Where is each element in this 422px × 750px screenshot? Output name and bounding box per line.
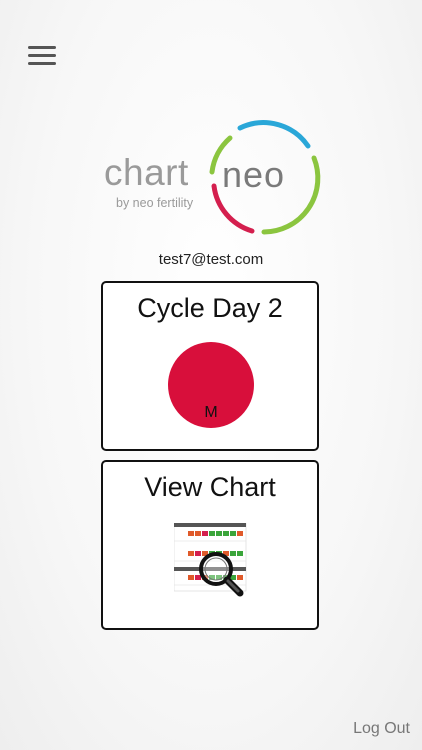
- logo-chart-word: chart: [104, 152, 189, 193]
- hamburger-menu-icon[interactable]: [28, 44, 58, 68]
- view-chart-title: View Chart: [144, 472, 276, 502]
- marker-letter: M: [204, 404, 218, 421]
- logo-tagline: by neo fertility: [116, 196, 194, 210]
- view-chart-card[interactable]: View Chart: [101, 460, 319, 630]
- menu-line: [28, 54, 56, 57]
- menu-line: [28, 46, 56, 49]
- logo-neo-word: neo: [222, 154, 286, 195]
- chartneo-logo: chart by neo fertility neo: [104, 120, 324, 238]
- menu-line: [28, 62, 56, 65]
- menstruation-marker: M: [168, 342, 254, 428]
- cycle-day-title: Cycle Day 2: [137, 293, 283, 323]
- cycle-day-card[interactable]: Cycle Day 2 M: [101, 281, 319, 451]
- chart-magnifier-icon: [174, 523, 247, 597]
- user-email: test7@test.com: [158, 251, 264, 268]
- logout-link[interactable]: Log Out: [353, 720, 410, 738]
